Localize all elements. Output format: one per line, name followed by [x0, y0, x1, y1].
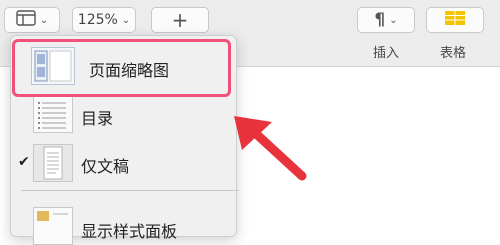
table-icon — [444, 10, 466, 30]
table-of-contents-icon — [33, 95, 73, 133]
menu-item-styles-panel[interactable]: 显示样式面板 — [11, 199, 236, 245]
chevron-down-icon: ⌄ — [39, 14, 49, 26]
add-page-button[interactable]: + — [151, 7, 209, 33]
sidebar-icon — [16, 10, 36, 30]
table-label: 表格 — [440, 46, 467, 61]
document-only-icon — [33, 144, 73, 182]
annotation-arrow-icon — [234, 116, 307, 181]
insert-button[interactable]: ¶ ⌄ — [357, 7, 415, 33]
plus-icon: + — [171, 8, 189, 32]
highlight-box — [12, 39, 231, 97]
paragraph-icon: ¶ — [374, 10, 386, 30]
menu-divider — [21, 190, 239, 191]
menu-item-label: 目录 — [81, 109, 114, 128]
styles-panel-icon — [33, 207, 73, 245]
chevron-down-icon: ⌄ — [389, 14, 398, 26]
view-menu-button[interactable]: ⌄ — [4, 7, 60, 33]
zoom-value: 125% — [77, 12, 118, 28]
menu-item-document-only[interactable]: ✔ 仅文稿 — [11, 141, 236, 185]
table-button[interactable] — [426, 7, 484, 33]
checkmark-icon: ✔ — [18, 154, 30, 170]
menu-item-label: 仅文稿 — [81, 157, 130, 176]
chevron-down-icon: ⌄ — [121, 14, 131, 26]
menu-item-label: 显示样式面板 — [81, 222, 178, 241]
insert-label: 插入 — [373, 46, 400, 61]
zoom-select[interactable]: 125% ⌄ — [72, 7, 136, 33]
menu-item-table-of-contents[interactable]: 目录 — [11, 93, 236, 137]
